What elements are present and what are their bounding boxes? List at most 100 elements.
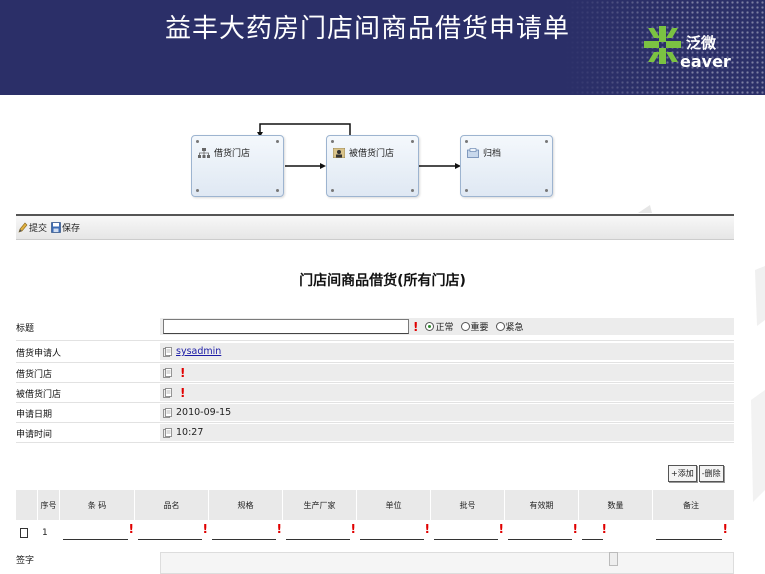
workflow-diagram: 借货门店 被借货门店 归档 <box>0 95 765 213</box>
table-header: 序号 条 码 品名 规格 生产厂家 单位 批号 有效期 数量 备注 <box>16 490 734 520</box>
column-header: 品名 <box>135 490 209 520</box>
batch-cell: ! <box>431 523 505 543</box>
required-icon: ! <box>180 385 186 400</box>
row-divider <box>16 382 734 383</box>
org-chart-icon <box>198 147 210 158</box>
radio-icon <box>460 322 470 331</box>
required-icon: ! <box>128 522 134 536</box>
form-row-apply-date: 申请日期 2010-09-15 <box>16 404 734 423</box>
required-icon: ! <box>424 522 430 536</box>
subject-input[interactable] <box>163 319 409 334</box>
required-icon: ! <box>413 319 419 334</box>
column-header-select <box>16 490 38 520</box>
form-row-subject: 标题 ! 正常 重要 紧急 <box>16 318 734 337</box>
column-header: 备注 <box>683 500 699 510</box>
table-actions: +添加 -删除 <box>668 465 724 482</box>
scrollbar-up[interactable] <box>609 552 618 566</box>
applicant-value-cell: sysadmin <box>160 343 734 360</box>
apply-date-label: 申请日期 <box>16 410 53 420</box>
apply-date-value-cell: 2010-09-15 <box>160 404 734 421</box>
sign-textarea[interactable] <box>160 552 734 574</box>
browse-icon[interactable] <box>163 367 172 378</box>
expiry-cell: ! <box>505 523 579 543</box>
column-header: 批号 <box>431 490 505 520</box>
workflow-node-borrow-store[interactable]: 借货门店 <box>191 135 284 197</box>
column-header: 规格 <box>209 490 283 520</box>
spec-input[interactable] <box>212 539 276 540</box>
apply-time-value-cell: 10:27 <box>160 424 734 441</box>
row-divider <box>16 402 734 403</box>
browse-icon[interactable] <box>163 346 172 357</box>
unit-cell: ! <box>357 523 431 543</box>
radio-icon <box>495 322 505 331</box>
required-icon: ! <box>202 522 208 536</box>
priority-urgent-radio[interactable]: 紧急 <box>495 320 524 333</box>
lend-store-value-cell: ! <box>160 384 734 401</box>
person-icon <box>333 147 345 158</box>
column-header: 条 码 <box>60 490 135 520</box>
row-divider <box>16 340 734 341</box>
save-button[interactable]: 保存 <box>51 221 80 234</box>
required-icon: ! <box>276 522 282 536</box>
required-icon: ! <box>180 365 186 380</box>
row-divider <box>16 362 734 363</box>
row-select-cell <box>16 523 38 543</box>
browse-icon[interactable] <box>163 387 172 398</box>
applicant-link[interactable]: sysadmin <box>176 346 221 357</box>
apply-date-value: 2010-09-15 <box>176 407 232 418</box>
unit-input[interactable] <box>360 539 424 540</box>
manufacturer-input[interactable] <box>286 539 350 540</box>
header-banner: 益丰大药房门店间商品借货申请单 泛微 eaver <box>0 0 765 95</box>
workflow-node-archive[interactable]: 归档 <box>460 135 553 197</box>
table-row: 1 ! ! ! ! ! ! ! ! ! <box>16 523 734 543</box>
subject-label: 标题 <box>16 324 35 334</box>
apply-time-label: 申请时间 <box>16 430 53 440</box>
submit-label: 提交 <box>29 224 48 234</box>
borrow-store-value-cell: ! <box>160 364 734 381</box>
barcode-cell: ! <box>60 523 135 543</box>
barcode-input[interactable] <box>63 539 128 540</box>
product-name-cell: ! <box>135 523 209 543</box>
row-checkbox[interactable] <box>20 528 28 538</box>
add-row-button[interactable]: +添加 <box>668 465 697 482</box>
remark-input[interactable] <box>656 539 722 540</box>
radio-selected-icon <box>425 322 435 331</box>
product-name-input[interactable] <box>138 539 202 540</box>
page-title: 益丰大药房门店间商品借货申请单 <box>164 14 570 44</box>
column-header: 生产厂家 <box>283 490 357 520</box>
column-header: 单位 <box>357 490 431 520</box>
weaver-logo: 泛微 eaver <box>640 18 735 78</box>
workflow-node-lend-store[interactable]: 被借货门店 <box>326 135 419 197</box>
form-row-sign: 签字 <box>16 550 734 574</box>
workflow-node-label: 被借货门店 <box>349 149 395 159</box>
logo-text-cn: 泛微 <box>686 34 717 52</box>
batch-input[interactable] <box>434 539 498 540</box>
required-icon: ! <box>601 522 607 536</box>
decorative-shapes <box>751 266 765 502</box>
column-header: 有效期 <box>505 490 579 520</box>
archive-icon <box>467 147 479 158</box>
row-divider <box>16 442 734 443</box>
required-icon: ! <box>350 522 356 536</box>
column-header: 序号 <box>38 490 60 520</box>
apply-time-value: 10:27 <box>176 427 204 438</box>
workflow-node-label: 归档 <box>483 149 502 159</box>
browse-icon[interactable] <box>163 407 172 418</box>
toolbar: 提交 保存 <box>16 216 734 240</box>
form-row-lend-store: 被借货门店 ! <box>16 384 734 403</box>
quantity-input[interactable] <box>582 539 603 540</box>
browse-icon[interactable] <box>163 427 172 438</box>
priority-important-radio[interactable]: 重要 <box>460 320 489 333</box>
priority-normal-radio[interactable]: 正常 <box>425 320 454 333</box>
form-row-apply-time: 申请时间 10:27 <box>16 424 734 443</box>
submit-button[interactable]: 提交 <box>18 221 47 234</box>
expiry-input[interactable] <box>508 539 572 540</box>
lend-store-label: 被借货门店 <box>16 390 62 400</box>
delete-row-button[interactable]: -删除 <box>698 465 724 482</box>
priority-normal-label: 正常 <box>435 323 454 333</box>
borrow-store-label: 借货门店 <box>16 370 53 380</box>
subject-value-cell: ! 正常 重要 紧急 <box>160 318 734 335</box>
column-header: 数量 <box>579 490 653 520</box>
priority-urgent-label: 紧急 <box>505 323 524 333</box>
logo-text-en: eaver <box>680 52 731 71</box>
